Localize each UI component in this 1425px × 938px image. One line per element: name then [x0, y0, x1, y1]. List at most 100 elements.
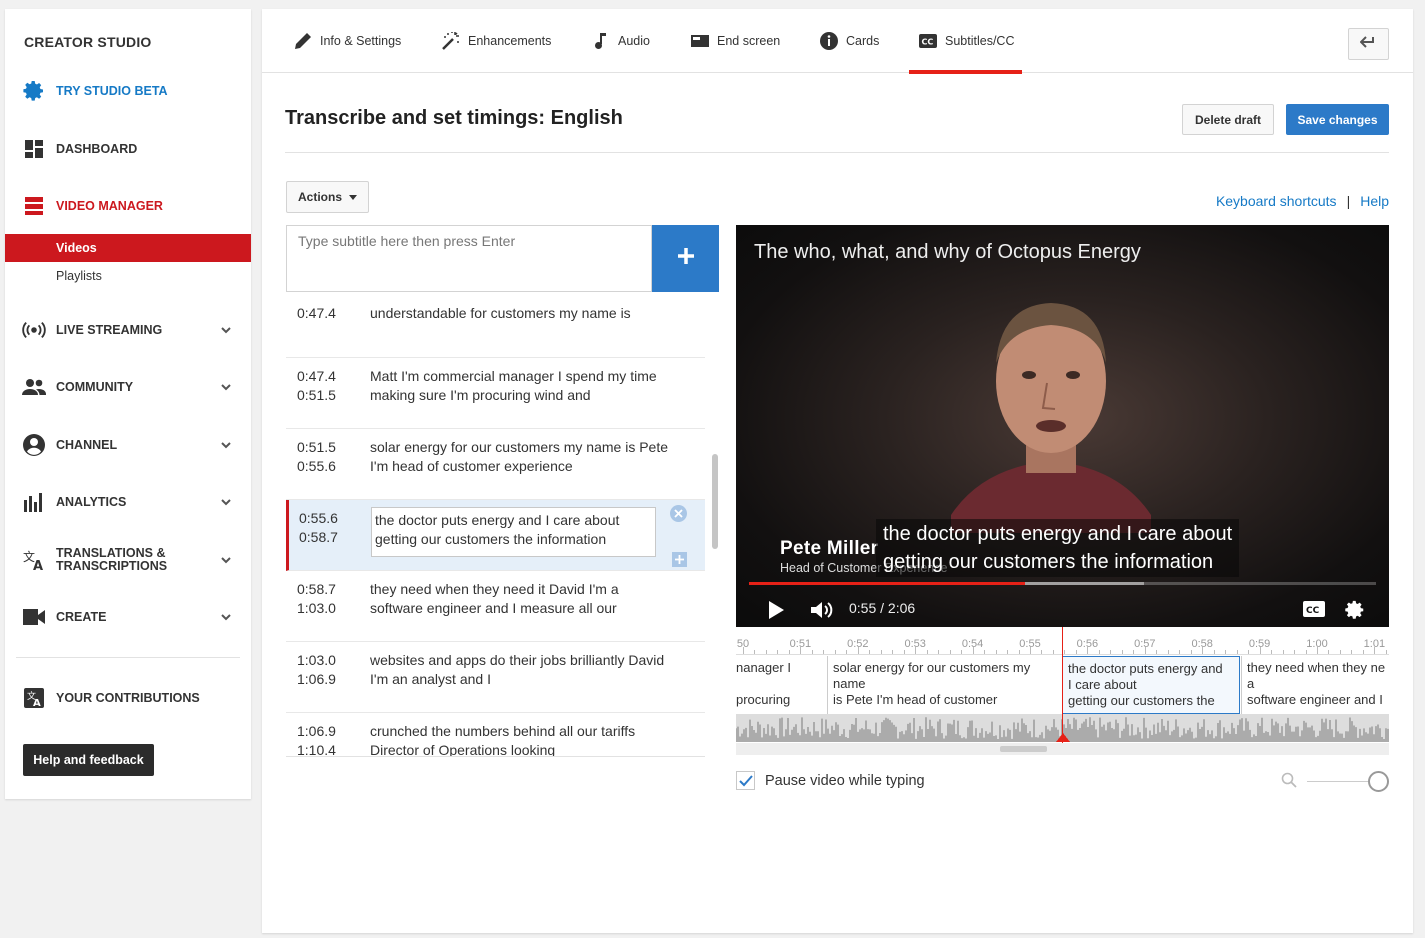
pencil-icon [292, 30, 314, 52]
help-feedback-button[interactable]: Help and feedback [23, 744, 154, 776]
speaker-figure [951, 303, 1151, 533]
chevron-down-icon[interactable] [219, 610, 233, 624]
cue-times: 0:55.6 0:58.7 [299, 509, 338, 547]
nav-videos[interactable]: Videos [5, 234, 251, 262]
nav-channel[interactable]: CHANNEL [5, 425, 251, 465]
end-screen-icon [689, 30, 711, 52]
help-link[interactable]: Help [1360, 193, 1389, 209]
cue-text-editor[interactable]: the doctor puts energy and I care about … [371, 507, 656, 557]
nav-analytics[interactable]: ANALYTICS [5, 482, 251, 522]
delete-cue-button[interactable] [670, 505, 687, 522]
list-item[interactable]: 0:51.5 0:55.6 solar energy for our custom… [286, 429, 705, 500]
nav-your-contributions[interactable]: 文A YOUR CONTRIBUTIONS [5, 678, 251, 718]
chevron-down-icon[interactable] [219, 495, 233, 509]
chevron-down-icon[interactable] [219, 553, 233, 567]
tab-subtitles-cc[interactable]: CC Subtitles/CC [909, 9, 1023, 74]
tab-info-settings[interactable]: Info & Settings [292, 9, 401, 73]
timeline-tick [1202, 647, 1204, 654]
tab-label: End screen [717, 34, 781, 48]
nav-label: ANALYTICS [56, 494, 127, 509]
timeline-segment[interactable]: nanager I procuring [736, 656, 826, 714]
timeline-tick [1087, 647, 1089, 654]
video-title: The who, what, and why of Octopus Energy [754, 241, 1141, 263]
play-button[interactable] [764, 599, 788, 621]
timeline-tick [1018, 650, 1020, 654]
list-item[interactable]: 0:47.4 0:51.5 Matt I'm commercial manager… [286, 358, 705, 429]
svg-text:A: A [33, 559, 43, 572]
video-player[interactable]: The who, what, and why of Octopus Energy… [736, 225, 1389, 627]
keyboard-shortcuts-link[interactable]: Keyboard shortcuts [1216, 193, 1337, 209]
cue-start[interactable]: 0:55.6 [299, 510, 338, 526]
timeline-tick [1362, 650, 1364, 654]
segment-line: getting our customers the [1068, 693, 1215, 708]
timeline-segment-active[interactable]: the doctor puts energy and I care about … [1062, 656, 1240, 714]
timeline-segment[interactable]: solar energy for our customers my name i… [827, 656, 1062, 714]
cue-end: 1:03.0 [297, 600, 336, 616]
chevron-down-icon[interactable] [219, 323, 233, 337]
nav-video-manager[interactable]: VIDEO MANAGER [5, 186, 251, 226]
timeline-tick [1236, 650, 1238, 654]
timeline-scroll-thumb[interactable] [1000, 746, 1047, 752]
timeline-tick [1271, 650, 1273, 654]
timeline-tick [915, 647, 917, 654]
timeline-tick [1351, 650, 1353, 654]
back-arrow-icon [1359, 35, 1378, 53]
insert-cue-button[interactable] [672, 552, 687, 567]
timeline-segment[interactable]: they need when they ne a software engine… [1241, 656, 1389, 714]
list-item[interactable]: 0:47.4 understandable for customers my n… [286, 307, 705, 358]
settings-button[interactable] [1343, 598, 1367, 622]
timeline-tick [1248, 650, 1250, 654]
subtitle-input[interactable] [287, 226, 651, 291]
chevron-down-icon[interactable] [219, 380, 233, 394]
nav-live-streaming[interactable]: LIVE STREAMING [5, 310, 251, 350]
nav-try-studio-beta[interactable]: TRY STUDIO BETA [5, 71, 251, 111]
zoom-slider-knob[interactable] [1368, 771, 1389, 792]
captions-button[interactable]: CC [1301, 599, 1327, 619]
community-icon [22, 375, 46, 399]
nav-translations[interactable]: 文A TRANSLATIONS & TRANSCRIPTIONS [5, 540, 251, 580]
cue-text: crunched the numbers behind all our tari… [370, 723, 636, 757]
cue-start: 1:03.0 [297, 652, 336, 668]
nav-community[interactable]: COMMUNITY [5, 367, 251, 407]
player-controls: 0:55 / 2:06 CC [736, 591, 1389, 627]
timeline-scrollbar[interactable] [736, 743, 1389, 755]
timeline-tick [1133, 650, 1135, 654]
timeline-tick [1098, 650, 1100, 654]
nav-dashboard[interactable]: DASHBOARD [5, 129, 251, 169]
tab-enhancements[interactable]: Enhancements [440, 9, 551, 73]
timeline-tick [869, 650, 871, 654]
list-item[interactable]: 1:03.0 1:06.9 websites and apps do their … [286, 642, 705, 713]
timeline-tick [1282, 650, 1284, 654]
timeline-tick [823, 650, 825, 654]
timeline-tick [1259, 647, 1261, 654]
chevron-down-icon[interactable] [219, 438, 233, 452]
nav-create[interactable]: CREATE [5, 597, 251, 637]
pause-video-checkbox[interactable] [736, 771, 755, 790]
zoom-slider-track[interactable] [1307, 781, 1377, 782]
add-subtitle-button[interactable] [652, 225, 719, 292]
list-item[interactable]: 1:06.9 1:10.4 crunched the numbers behind… [286, 713, 705, 757]
timeline-tick [1167, 650, 1169, 654]
nav-label: TRY STUDIO BETA [56, 83, 168, 98]
cue-end[interactable]: 0:58.7 [299, 529, 338, 545]
timeline-editor[interactable]: 50 0:51 0:52 0:53 0:54 0:55 0:56 0:57 0:58 0:59 1:… [736, 627, 1389, 755]
tab-audio[interactable]: Audio [590, 9, 650, 73]
list-item-active[interactable]: 0:55.6 0:58.7 the doctor puts energy and … [286, 500, 705, 571]
nav-playlists[interactable]: Playlists [5, 262, 251, 290]
timeline-tick [1030, 647, 1031, 654]
cue-times: 0:47.4 [297, 307, 336, 323]
segment-line: I care about [1068, 677, 1137, 692]
volume-button[interactable] [808, 598, 836, 622]
video-progress-bar[interactable] [749, 582, 1376, 585]
save-changes-button[interactable]: Save changes [1286, 104, 1389, 135]
delete-draft-button[interactable]: Delete draft [1182, 104, 1274, 135]
playhead[interactable] [1062, 627, 1063, 743]
list-item[interactable]: 0:58.7 1:03.0 they need when they need it… [286, 571, 705, 642]
tab-cards[interactable]: Cards [818, 9, 879, 73]
main-panel: Info & Settings Enhancements Audio End s… [262, 9, 1413, 933]
playhead-marker[interactable] [1056, 733, 1070, 742]
subtitle-list-scrollbar[interactable] [712, 454, 718, 549]
tab-end-screen[interactable]: End screen [689, 9, 780, 73]
back-button[interactable] [1348, 28, 1389, 60]
actions-dropdown[interactable]: Actions [286, 181, 369, 213]
